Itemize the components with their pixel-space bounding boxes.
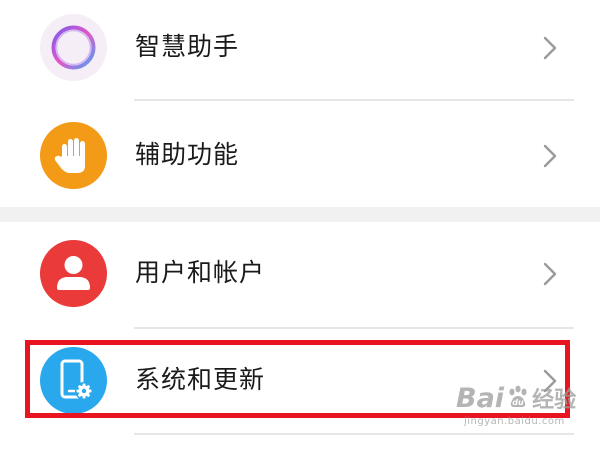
chevron-right-icon [543, 36, 557, 60]
chevron-right-icon [543, 262, 557, 286]
settings-screen: 智慧助手 辅助功能 用户和帐户 系统和更新 Bai du 经验 jingyan.… [0, 0, 600, 450]
baidu-jingyan-watermark: Bai du 经验 jingyan.baidu.com [456, 384, 588, 440]
paw-icon: du [505, 384, 531, 414]
settings-item-smart-assistant[interactable]: 智慧助手 [0, 0, 600, 100]
svg-text:du: du [512, 398, 524, 407]
watermark-logo-text: Bai du 经验 [456, 383, 577, 414]
hand-icon [40, 122, 107, 189]
divider [134, 99, 574, 101]
settings-item-label: 辅助功能 [135, 140, 240, 169]
settings-item-label: 用户和帐户 [135, 258, 266, 287]
section-separator [0, 207, 600, 222]
watermark-url: jingyan.baidu.com [464, 416, 565, 427]
chevron-right-icon [543, 144, 557, 168]
assistant-ring-icon [40, 14, 107, 81]
settings-item-label: 智慧助手 [135, 32, 240, 61]
user-icon [40, 240, 107, 307]
settings-item-users-accounts[interactable]: 用户和帐户 [0, 222, 600, 326]
settings-item-accessibility[interactable]: 辅助功能 [0, 104, 600, 208]
